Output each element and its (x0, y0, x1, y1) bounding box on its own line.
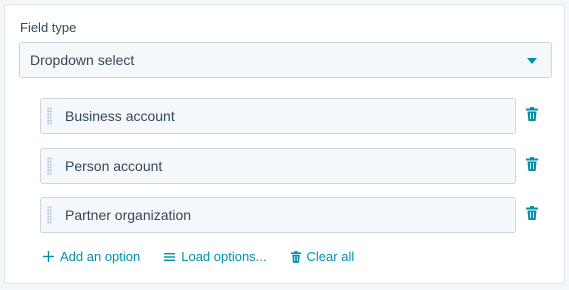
trash-icon[interactable] (526, 157, 542, 175)
chevron-down-icon (527, 58, 537, 64)
option-label: Person account (65, 158, 163, 174)
drag-handle-icon[interactable] (47, 107, 52, 125)
option-label: Partner organization (65, 207, 192, 223)
option-row: Business account (40, 98, 560, 134)
drag-handle-icon[interactable] (47, 157, 52, 175)
add-option-button[interactable]: Add an option (43, 249, 140, 264)
drag-handle-icon[interactable] (47, 206, 52, 224)
trash-icon[interactable] (526, 206, 542, 224)
option-input[interactable]: Business account (40, 98, 516, 134)
add-option-label: Add an option (60, 249, 141, 264)
option-row: Person account (40, 148, 560, 184)
field-type-dropdown[interactable]: Dropdown select (19, 42, 552, 78)
trash-icon[interactable] (526, 107, 542, 125)
field-type-card: Field type Dropdown select Business acco… (4, 4, 565, 284)
option-actions: Add an option Load options... Clear all (43, 249, 378, 264)
option-row: Partner organization (40, 197, 560, 233)
option-input[interactable]: Partner organization (40, 197, 516, 233)
load-options-button[interactable]: Load options... (164, 249, 267, 264)
clear-all-button[interactable]: Clear all (290, 249, 355, 264)
load-options-label: Load options... (181, 249, 267, 264)
option-label: Business account (65, 108, 175, 124)
option-input[interactable]: Person account (40, 148, 516, 184)
field-type-label: Field type (20, 20, 77, 35)
list-icon (164, 252, 176, 261)
clear-all-label: Clear all (306, 249, 355, 264)
trash-icon (290, 250, 301, 263)
plus-icon (43, 251, 54, 262)
field-type-selected-value: Dropdown select (30, 52, 135, 68)
